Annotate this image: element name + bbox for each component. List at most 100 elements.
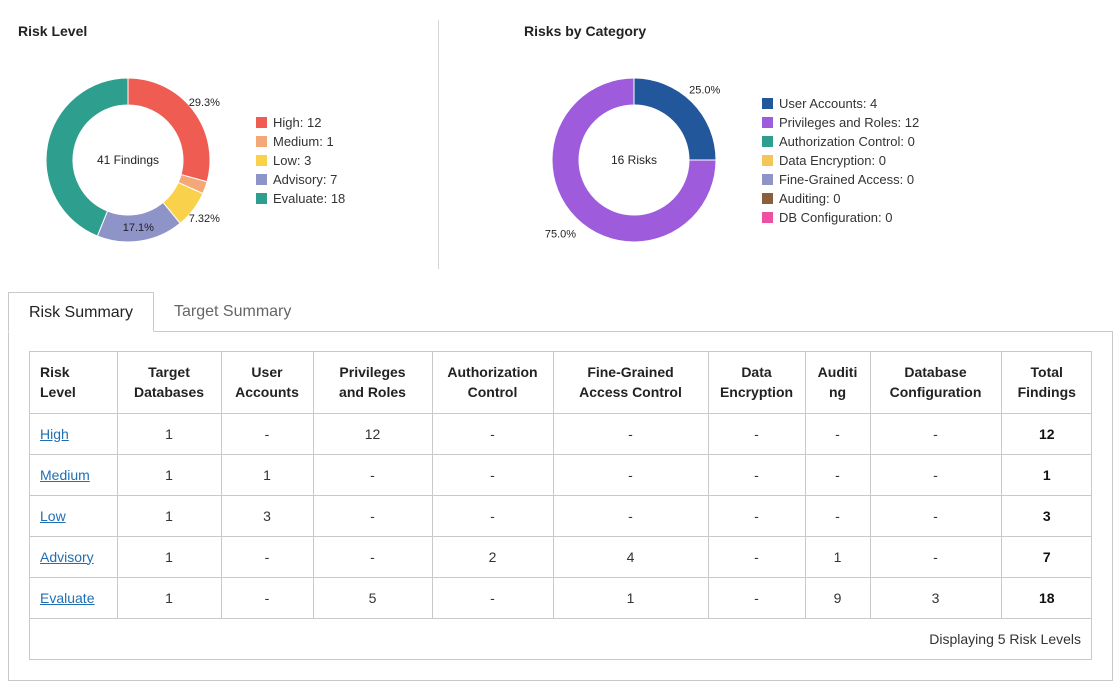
column-header-user-accounts[interactable]: User Accounts [221,352,314,414]
cell-auditing: - [805,495,871,537]
cell-data-encryption: - [708,577,806,619]
column-header-total-findings[interactable]: Total Findings [1001,352,1092,414]
cell-auditing: - [805,454,871,496]
legend-item[interactable]: Low: 3 [256,151,345,170]
risk-level-donut-chart: 29.3% 7.32% 17.1% 41 Findings [45,77,220,243]
legend-swatch [762,155,773,166]
legend-swatch [256,193,267,204]
donut-center-label: 41 Findings [97,153,159,167]
legend-item[interactable]: Advisory: 7 [256,170,345,189]
legend-item[interactable]: Fine-Grained Access: 0 [762,170,919,189]
column-header-text: Risk [40,364,70,381]
tab-risk-summary[interactable]: Risk Summary [8,292,154,332]
column-header-text: Auditi [817,364,858,381]
cell-authorization-control: - [432,413,554,455]
column-header-text: Data [741,364,772,381]
cell-risk-level: Medium [30,454,118,496]
cell-auditing: 9 [805,577,871,619]
cell-auditing: - [805,413,871,455]
risk-level-link[interactable]: Low [40,508,66,524]
cell-data-encryption: - [708,536,806,578]
cell-total-findings: 18 [1001,577,1092,619]
legend-label: Authorization Control: 0 [779,134,915,149]
column-header-data-encryption[interactable]: Data Encryption [708,352,806,414]
column-header-database-configuration[interactable]: Database Configuration [870,352,1002,414]
legend-swatch [256,136,267,147]
table-row: Low 1 3- - - - - -3 [30,495,1092,537]
column-header-text: and Roles [339,384,406,401]
risk-level-legend: High: 12 Medium: 1 Low: 3 Advisory: 7 Evalua… [256,113,345,208]
risks-by-category-donut-chart: 25.0% 75.0% 16 Risks [545,77,721,243]
cell-fine-grained-access-control: 1 [553,577,709,619]
column-header-auditing[interactable]: Auditi ng [805,352,871,414]
legend-swatch [762,193,773,204]
cell-target-databases: 1 [117,454,222,496]
donut-center-label: 16 Risks [611,153,657,167]
legend-label: Privileges and Roles: 12 [779,115,920,130]
cell-privileges-and-roles: - [313,495,433,537]
table-row: Advisory 1- -2 4-1-7 [30,536,1092,578]
legend-item[interactable]: High: 12 [256,113,345,132]
legend-label: Advisory: 7 [273,172,338,187]
legend-swatch [762,212,773,223]
cell-database-configuration: - [870,495,1002,537]
risk-level-title: Risk Level [18,23,88,39]
table-row: Medium 1 1- - - - - -1 [30,454,1092,496]
cell-database-configuration: - [870,536,1002,578]
legend-item[interactable]: User Accounts: 4 [762,94,919,113]
legend-label: High: 12 [273,115,322,130]
cell-total-findings: 3 [1001,495,1092,537]
legend-item[interactable]: DB Configuration: 0 [762,208,919,227]
column-header-text: ng [828,384,847,401]
slice-percent-label: 17.1% [123,222,154,234]
legend-swatch [256,174,267,185]
cell-authorization-control: 2 [432,536,554,578]
cell-database-configuration: 3 [870,577,1002,619]
cell-authorization-control: - [432,577,554,619]
legend-label: Medium: 1 [273,134,334,149]
column-header-privileges-and-roles[interactable]: Privileges and Roles [313,352,433,414]
legend-item[interactable]: Privileges and Roles: 12 [762,113,919,132]
column-header-risk-level[interactable]: Risk Level [30,352,118,414]
column-header-target-databases[interactable]: Target Databases [117,352,222,414]
legend-swatch [762,117,773,128]
column-header-text: Control [467,384,518,401]
risk-level-link[interactable]: Evaluate [40,590,94,606]
cell-database-configuration: - [870,413,1002,455]
column-header-text: Accounts [235,384,299,401]
legend-item[interactable]: Data Encryption: 0 [762,151,919,170]
column-header-text: Databases [133,384,205,401]
risk-level-link[interactable]: Advisory [40,549,94,565]
column-header-text: Configuration [889,384,982,401]
cell-auditing: 1 [805,536,871,578]
cell-user-accounts: 1 [221,454,314,496]
slice-percent-label: 29.3% [189,97,220,109]
column-header-fine-grained-access-control[interactable]: Fine-Grained Access Control [553,352,709,414]
slice-percent-label: 7.32% [189,213,220,225]
cell-user-accounts: 3 [221,495,314,537]
legend-swatch [256,155,267,166]
legend-label: Auditing: 0 [779,191,841,206]
table-header-row: Risk Level Target Databases User Accounts Priv… [30,352,1092,414]
cell-privileges-and-roles: 5 [313,577,433,619]
slice-percent-label: 25.0% [689,84,720,96]
legend-item[interactable]: Authorization Control: 0 [762,132,919,151]
cell-risk-level: Evaluate [30,577,118,619]
risk-level-link[interactable]: High [40,426,69,442]
legend-item[interactable]: Auditing: 0 [762,189,919,208]
column-header-text: Fine-Grained [587,364,674,381]
column-header-authorization-control[interactable]: Authorization Control [432,352,554,414]
cell-data-encryption: - [708,454,806,496]
cell-user-accounts: - [221,577,314,619]
cell-privileges-and-roles: 12 [313,413,433,455]
column-header-text: Authorization [447,364,538,381]
legend-item[interactable]: Evaluate: 18 [256,189,345,208]
cell-risk-level: Low [30,495,118,537]
legend-item[interactable]: Medium: 1 [256,132,345,151]
tab-target-summary[interactable]: Target Summary [154,292,311,331]
risks-by-category-legend: User Accounts: 4 Privileges and Roles: 12… [762,94,919,227]
column-header-text: Privileges [339,364,406,381]
risk-level-link[interactable]: Medium [40,467,90,483]
legend-swatch [762,174,773,185]
table-row: Evaluate 1-5-1-9 3 18 [30,577,1092,619]
